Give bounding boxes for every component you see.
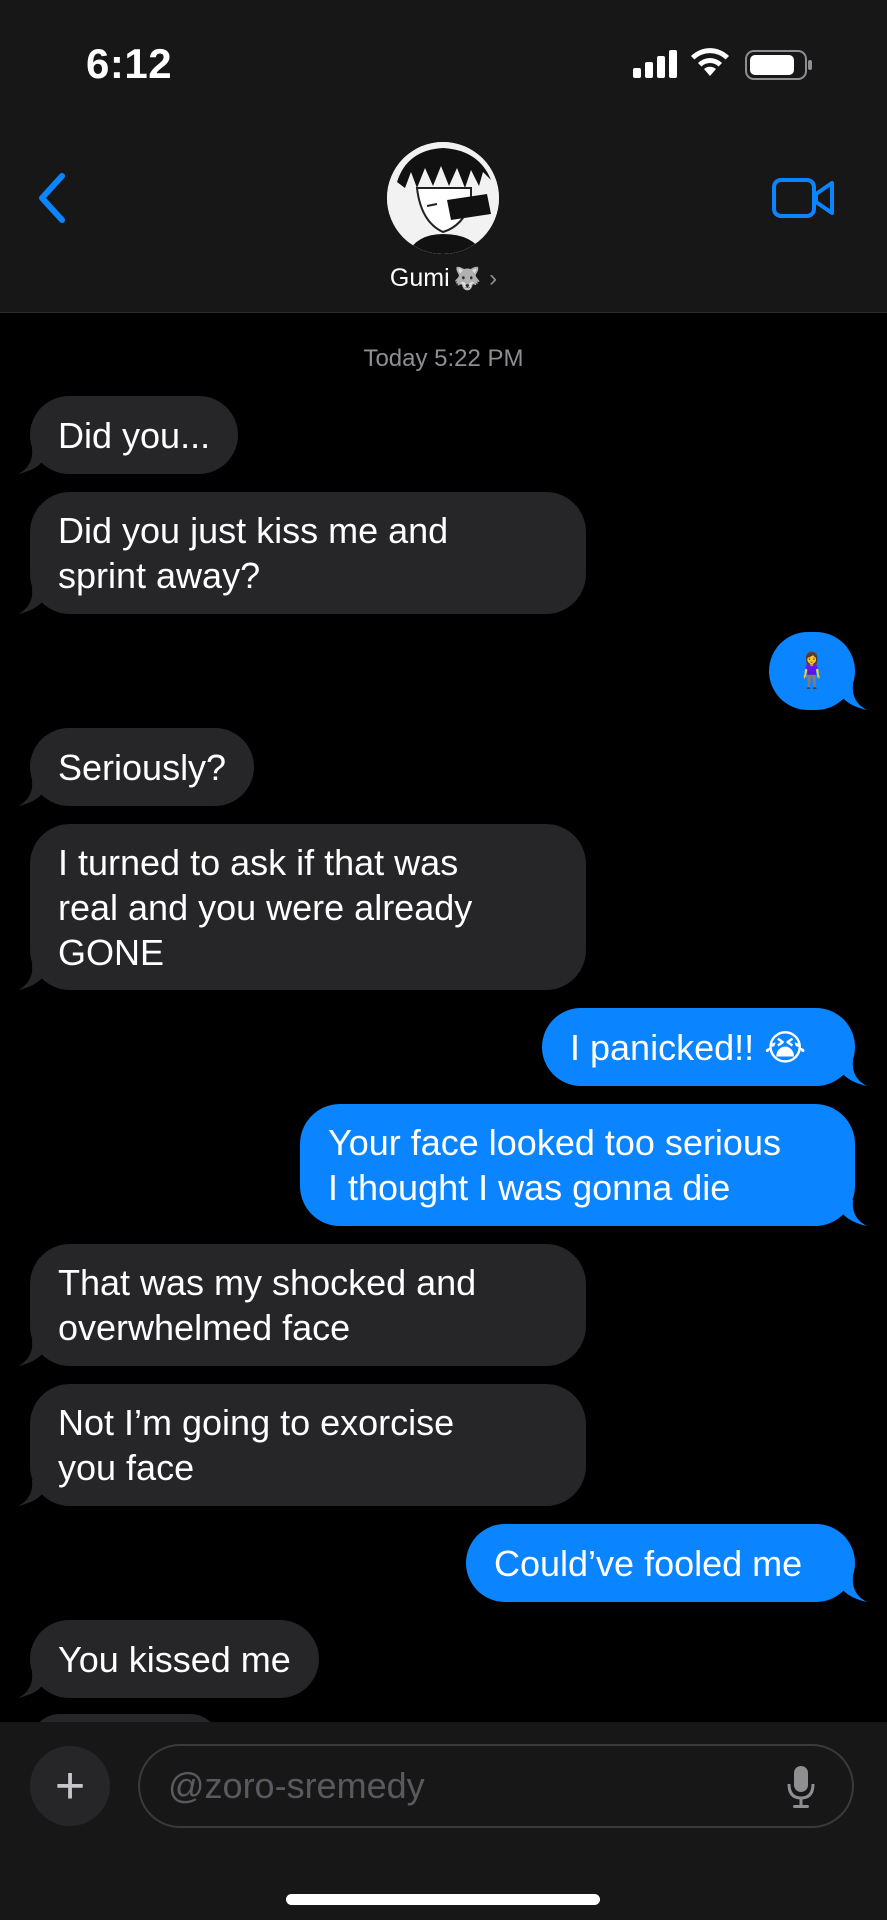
message-bubble-outgoing[interactable]: Could’ve fooled me — [466, 1524, 867, 1602]
message-bubble-incoming[interactable]: That was my shocked and overwhelmed face — [18, 1244, 586, 1366]
bubble-tail — [18, 1672, 48, 1698]
message-text: Did you... — [58, 414, 211, 456]
message-text: Your face looked too serious I thought I… — [328, 1122, 781, 1208]
bubble-tail — [837, 1060, 867, 1086]
bubble-tail — [837, 684, 867, 710]
message-text: Could’ve fooled me — [494, 1542, 803, 1584]
battery-icon — [745, 50, 812, 80]
message-bubble-outgoing[interactable]: I panicked!! 😭 — [542, 1008, 867, 1086]
message-text: 🧍‍♀️ — [790, 651, 834, 690]
message-bubble-incoming[interactable]: Did you... — [18, 396, 239, 474]
contact-name: Gumi — [389, 264, 450, 292]
message-bubble-incoming[interactable]: Seriously? — [18, 728, 255, 806]
chevron-right-icon: › — [489, 265, 498, 292]
message-text: Not I’m going to exorcise you face — [58, 1402, 455, 1488]
message-bubble-incoming[interactable]: Did you just kiss me and sprint away? — [18, 492, 586, 614]
message-text: I panicked!! 😭 — [570, 1026, 807, 1068]
home-indicator[interactable] — [286, 1894, 600, 1905]
message-text: Seriously? — [58, 746, 227, 788]
bubble-tail — [18, 1340, 48, 1366]
message-input[interactable] — [138, 1744, 854, 1828]
message-text: Did you just kiss me and sprint away? — [58, 510, 449, 596]
message-bubble-incoming[interactable]: I turned to ask if that was real and you… — [18, 824, 586, 990]
cellular-signal-icon — [633, 50, 677, 78]
wifi-icon — [691, 48, 729, 76]
bubble-tail — [18, 588, 48, 614]
contact-name-button[interactable]: Gumi 🐺 › — [0, 264, 887, 293]
message-text: I turned to ask if that was real and you… — [58, 841, 473, 973]
video-call-icon[interactable] — [772, 176, 836, 220]
timestamp-day: Today — [363, 345, 428, 372]
bubble-tail — [837, 1576, 867, 1602]
contact-emoji: 🐺 — [453, 266, 482, 291]
bubble-tail — [18, 1480, 48, 1506]
bubble-tail — [18, 448, 48, 474]
status-time: 6:12 — [86, 40, 173, 87]
back-chevron-icon[interactable] — [34, 172, 70, 224]
message-bubble-incoming[interactable]: You kissed me — [18, 1620, 319, 1698]
thread-timestamp: Today 5:22 PM — [0, 345, 887, 373]
message-text: You kissed me — [58, 1638, 291, 1680]
message-bubble-incoming[interactable]: Not I’m going to exorcise you face — [18, 1384, 586, 1506]
timestamp-time: 5:22 PM — [434, 345, 524, 372]
message-bubble-outgoing[interactable]: Your face looked too serious I thought I… — [300, 1104, 867, 1226]
plus-button[interactable]: + — [30, 1746, 110, 1826]
microphone-icon[interactable] — [786, 1764, 816, 1810]
message-bubble-outgoing[interactable]: 🧍‍♀️ — [769, 632, 867, 710]
message-text: That was my shocked and overwhelmed face — [58, 1262, 477, 1348]
bubble-tail — [18, 964, 48, 990]
conversation-header: Gumi 🐺 › — [0, 120, 887, 313]
bubble-tail — [837, 1200, 867, 1226]
message-composer: + — [0, 1722, 887, 1920]
bubble-tail — [18, 780, 48, 806]
contact-avatar[interactable] — [387, 142, 499, 254]
status-bar: 6:12 — [0, 0, 887, 120]
avatar-image — [387, 142, 499, 254]
